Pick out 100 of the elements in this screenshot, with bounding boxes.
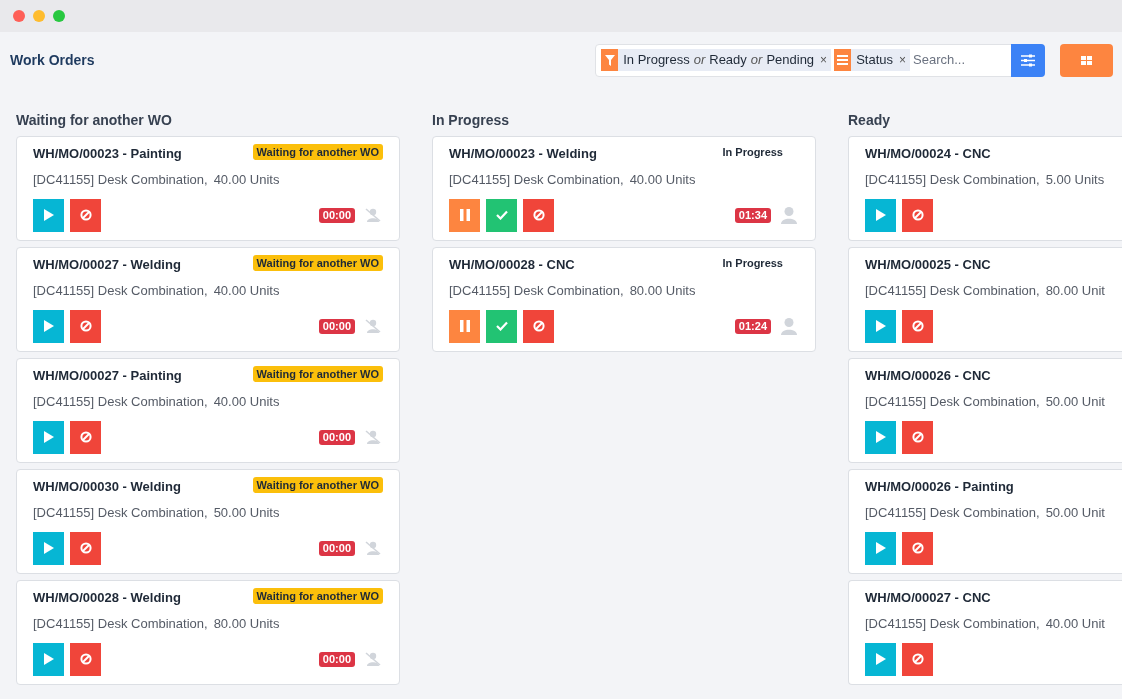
play-icon <box>43 431 54 443</box>
start-button[interactable] <box>865 198 896 232</box>
work-order-title: WH/MO/00025 - CNC <box>865 256 991 274</box>
work-order-card[interactable]: WH/MO/00028 - CNC In Progress [DC41155] Desk Combination, 80.00 Units 01:24 <box>432 247 816 352</box>
start-button[interactable] <box>865 420 896 454</box>
pause-icon <box>459 209 470 221</box>
work-order-card[interactable]: WH/MO/00025 - CNC [DC41155] Desk Combination, 80.00 Unit <box>848 247 1122 352</box>
work-order-card[interactable]: WH/MO/00024 - CNC [DC41155] Desk Combination, 5.00 Units <box>848 136 1122 241</box>
start-button[interactable] <box>33 531 64 565</box>
work-order-card[interactable]: WH/MO/00030 - Welding Waiting for another WO [DC41155] Desk Combination, 50.00 Units 00:00 <box>16 469 400 574</box>
block-button[interactable] <box>70 309 101 343</box>
done-button[interactable] <box>486 198 517 232</box>
column-title: Waiting for another WO <box>16 111 173 130</box>
work-order-title: WH/MO/00023 - Painting <box>33 145 182 163</box>
product-name: [DC41155] Desk Combination, <box>865 282 1040 300</box>
grid-icon <box>1081 55 1092 65</box>
start-button[interactable] <box>33 420 64 454</box>
play-icon <box>875 653 886 665</box>
product-name: [DC41155] Desk Combination, <box>449 282 624 300</box>
no-user-icon <box>365 318 381 334</box>
work-order-card[interactable]: WH/MO/00027 - Painting Waiting for another WO [DC41155] Desk Combination, 40.00 Units 00:00 <box>16 358 400 463</box>
block-button[interactable] <box>902 198 933 232</box>
block-button[interactable] <box>902 642 933 676</box>
work-order-title: WH/MO/00028 - Welding <box>33 589 181 607</box>
prohibited-icon <box>911 542 924 554</box>
prohibited-icon <box>79 542 92 554</box>
work-order-card[interactable]: WH/MO/00026 - CNC [DC41155] Desk Combination, 50.00 Unit <box>848 358 1122 463</box>
block-button[interactable] <box>523 309 554 343</box>
remove-filter-button[interactable]: × <box>820 51 828 69</box>
quantity: 50.00 Unit <box>1045 504 1105 522</box>
work-order-card[interactable]: WH/MO/00027 - CNC [DC41155] Desk Combination, 40.00 Unit <box>848 580 1122 685</box>
no-user-icon <box>365 540 381 556</box>
column-title: Ready <box>848 111 892 130</box>
quantity: 50.00 Unit <box>1045 393 1105 411</box>
remove-filter-button[interactable]: × <box>899 51 906 69</box>
product-name: [DC41155] Desk Combination, <box>865 615 1040 633</box>
filter-chip[interactable]: Status × <box>834 49 910 71</box>
work-order-title: WH/MO/00023 - Welding <box>449 145 597 163</box>
block-button[interactable] <box>70 198 101 232</box>
filter-label: In Progress or Ready or Pending <box>623 51 815 70</box>
work-order-card[interactable]: WH/MO/00026 - Painting [DC41155] Desk Combination, 50.00 Unit <box>848 469 1122 574</box>
block-button[interactable] <box>70 642 101 676</box>
user-icon <box>781 317 797 335</box>
work-order-card[interactable]: WH/MO/00023 - Painting Waiting for another WO [DC41155] Desk Combination, 40.00 Units 00:00 <box>16 136 400 241</box>
timer: 01:34 <box>734 207 771 223</box>
play-icon <box>43 209 54 221</box>
product-name: [DC41155] Desk Combination, <box>33 282 208 300</box>
work-order-title: WH/MO/00024 - CNC <box>865 145 991 163</box>
timer: 00:00 <box>318 207 355 223</box>
work-order-title: WH/MO/00026 - Painting <box>865 478 1014 496</box>
no-user-icon <box>365 651 381 667</box>
maximize-button[interactable] <box>53 10 65 22</box>
minimize-button[interactable] <box>33 10 45 22</box>
start-button[interactable] <box>865 309 896 343</box>
status-badge: Waiting for another WO <box>252 144 383 160</box>
work-order-card[interactable]: WH/MO/00027 - Welding Waiting for another WO [DC41155] Desk Combination, 40.00 Units 00:00 <box>16 247 400 352</box>
view-switch-button[interactable] <box>1060 43 1113 77</box>
block-button[interactable] <box>902 531 933 565</box>
prohibited-icon <box>79 209 92 221</box>
play-icon <box>43 653 54 665</box>
timer: 00:00 <box>318 540 355 556</box>
play-icon <box>875 542 886 554</box>
start-button[interactable] <box>33 198 64 232</box>
product-name: [DC41155] Desk Combination, <box>865 171 1040 189</box>
status-badge: Waiting for another WO <box>252 366 383 382</box>
filter-chip[interactable]: In Progress or Ready or Pending × <box>601 49 832 71</box>
page-title: Work Orders <box>10 50 95 70</box>
work-order-title: WH/MO/00026 - CNC <box>865 367 991 385</box>
block-button[interactable] <box>70 531 101 565</box>
start-button[interactable] <box>865 642 896 676</box>
work-order-title: WH/MO/00027 - CNC <box>865 589 991 607</box>
pause-button[interactable] <box>449 198 480 232</box>
search-field[interactable]: Search... <box>913 50 1011 70</box>
start-button[interactable] <box>865 531 896 565</box>
prohibited-icon <box>79 320 92 332</box>
block-button[interactable] <box>70 420 101 454</box>
check-icon <box>495 210 508 220</box>
timer: 00:00 <box>318 318 355 334</box>
filter-icon <box>604 54 615 66</box>
column-title: In Progress <box>432 111 511 130</box>
block-button[interactable] <box>523 198 554 232</box>
list-icon <box>837 55 849 65</box>
done-button[interactable] <box>486 309 517 343</box>
work-order-card[interactable]: WH/MO/00023 - Welding In Progress [DC41155] Desk Combination, 40.00 Units 01:34 <box>432 136 816 241</box>
block-button[interactable] <box>902 420 933 454</box>
pause-button[interactable] <box>449 309 480 343</box>
work-order-title: WH/MO/00028 - CNC <box>449 256 575 274</box>
status-badge: Waiting for another WO <box>252 255 383 271</box>
work-order-card[interactable]: WH/MO/00028 - Welding Waiting for another WO [DC41155] Desk Combination, 80.00 Units 00:00 <box>16 580 400 685</box>
work-order-title: WH/MO/00030 - Welding <box>33 478 181 496</box>
start-button[interactable] <box>33 642 64 676</box>
filter-label: Status <box>856 51 893 70</box>
block-button[interactable] <box>902 309 933 343</box>
quantity: 40.00 Units <box>213 171 280 189</box>
timer: 00:00 <box>318 651 355 667</box>
quantity: 40.00 Unit <box>1045 615 1105 633</box>
start-button[interactable] <box>33 309 64 343</box>
search-options-button[interactable] <box>1011 43 1045 77</box>
close-button[interactable] <box>13 10 25 22</box>
work-order-title: WH/MO/00027 - Welding <box>33 256 181 274</box>
